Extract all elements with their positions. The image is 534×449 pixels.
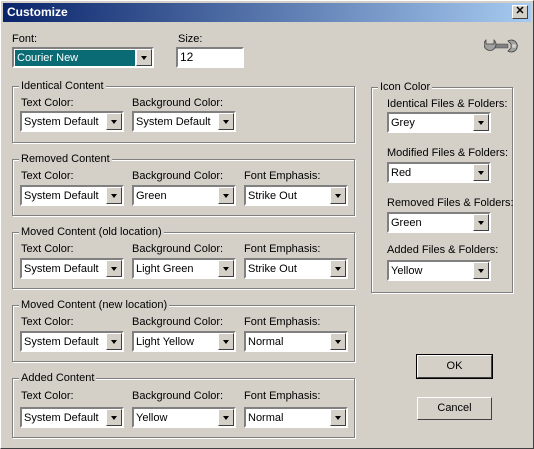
added-text-color-value: System Default [24,412,99,424]
chevron-down-icon[interactable] [136,49,152,66]
added-font-emphasis-select[interactable]: Normal [244,407,348,428]
wrench-icon [484,39,518,53]
moved-new-background-color-select[interactable]: Light Yellow [132,331,236,352]
moved-old-text-color-label: Text Color: [21,243,74,255]
chevron-down-icon[interactable] [473,262,489,279]
font-select-value: Courier New [15,50,135,66]
cancel-button[interactable]: Cancel [417,397,492,420]
removed-text-color-value: System Default [24,190,99,202]
close-button[interactable]: ✕ [512,5,528,19]
icon-modified-select[interactable]: Red [387,162,491,183]
identical-text-color-label: Text Color: [21,97,74,109]
icon-added-value: Yellow [391,265,423,277]
moved-new-background-color-value: Light Yellow [136,336,195,348]
identical-background-color-label: Background Color: [132,97,224,109]
chevron-down-icon[interactable] [473,164,489,181]
moved-old-font-emphasis-label: Font Emphasis: [244,243,321,255]
icon-modified-value: Red [391,167,412,179]
window-title: Customize [7,5,68,19]
icon-identical-select[interactable]: Grey [387,112,491,133]
chevron-down-icon[interactable] [218,409,234,426]
moved-old-font-emphasis-value: Strike Out [248,263,297,275]
chevron-down-icon[interactable] [473,114,489,131]
removed-background-color-select[interactable]: Green [132,185,236,206]
chevron-down-icon[interactable] [106,409,122,426]
moved-old-background-color-select[interactable]: Light Green [132,258,236,279]
size-label: Size: [178,33,203,45]
chevron-down-icon[interactable] [218,187,234,204]
icon-modified-label: Modified Files & Folders: [387,147,509,159]
identical-text-color-value: System Default [24,116,99,128]
added-font-emphasis-value: Normal [248,412,284,424]
moved-old-background-color-value: Light Green [136,263,194,275]
title-bar: Customize ✕ [3,3,531,22]
removed-text-color-select[interactable]: System Default [20,185,124,206]
moved-new-text-color-value: System Default [24,336,99,348]
icon-added-select[interactable]: Yellow [387,260,491,281]
moved-old-text-color-select[interactable]: System Default [20,258,124,279]
moved-old-text-color-value: System Default [24,263,99,275]
identical-background-color-value: System Default [136,116,211,128]
icon-identical-value: Grey [391,117,415,129]
identical-text-color-select[interactable]: System Default [20,111,124,132]
moved-old-content-title: Moved Content (old location) [19,225,164,239]
moved-old-background-color-label: Background Color: [132,243,224,255]
moved-new-text-color-select[interactable]: System Default [20,331,124,352]
chevron-down-icon[interactable] [218,333,234,350]
moved-new-font-emphasis-select[interactable]: Normal [244,331,348,352]
font-select[interactable]: Courier New [12,47,154,68]
removed-font-emphasis-label: Font Emphasis: [244,170,321,182]
chevron-down-icon[interactable] [330,409,346,426]
chevron-down-icon[interactable] [330,187,346,204]
chevron-down-icon[interactable] [473,214,489,231]
moved-old-font-emphasis-select[interactable]: Strike Out [244,258,348,279]
icon-added-label: Added Files & Folders: [387,244,499,256]
removed-font-emphasis-select[interactable]: Strike Out [244,185,348,206]
size-field[interactable] [176,47,244,68]
font-label: Font: [12,33,38,45]
icon-removed-select[interactable]: Green [387,212,491,233]
size-input[interactable] [178,49,242,65]
removed-content-title: Removed Content [19,152,112,166]
chevron-down-icon[interactable] [330,333,346,350]
chevron-down-icon[interactable] [106,260,122,277]
icon-removed-value: Green [391,217,422,229]
moved-new-content-title: Moved Content (new location) [19,298,170,312]
removed-background-color-label: Background Color: [132,170,224,182]
removed-background-color-value: Green [136,190,167,202]
added-background-color-value: Yellow [136,412,168,424]
identical-content-title: Identical Content [19,79,106,93]
added-background-color-select[interactable]: Yellow [132,407,236,428]
chevron-down-icon[interactable] [106,187,122,204]
added-font-emphasis-label: Font Emphasis: [244,390,321,402]
icon-removed-label: Removed Files & Folders: [387,197,514,209]
moved-new-font-emphasis-value: Normal [248,336,284,348]
chevron-down-icon[interactable] [106,113,122,130]
moved-new-background-color-label: Background Color: [132,316,224,328]
added-text-color-select[interactable]: System Default [20,407,124,428]
chevron-down-icon[interactable] [218,260,234,277]
moved-new-text-color-label: Text Color: [21,316,74,328]
icon-identical-label: Identical Files & Folders: [387,98,508,110]
chevron-down-icon[interactable] [106,333,122,350]
chevron-down-icon[interactable] [218,113,234,130]
icon-color-title: Icon Color [378,80,433,94]
chevron-down-icon[interactable] [330,260,346,277]
removed-font-emphasis-value: Strike Out [248,190,297,202]
customize-dialog: Customize ✕ Font: Courier New Size: Iden… [0,0,534,449]
added-text-color-label: Text Color: [21,390,74,402]
removed-text-color-label: Text Color: [21,170,74,182]
added-content-title: Added Content [19,371,97,385]
identical-background-color-select[interactable]: System Default [132,111,236,132]
moved-new-font-emphasis-label: Font Emphasis: [244,316,321,328]
ok-button[interactable]: OK [416,354,493,379]
added-background-color-label: Background Color: [132,390,224,402]
